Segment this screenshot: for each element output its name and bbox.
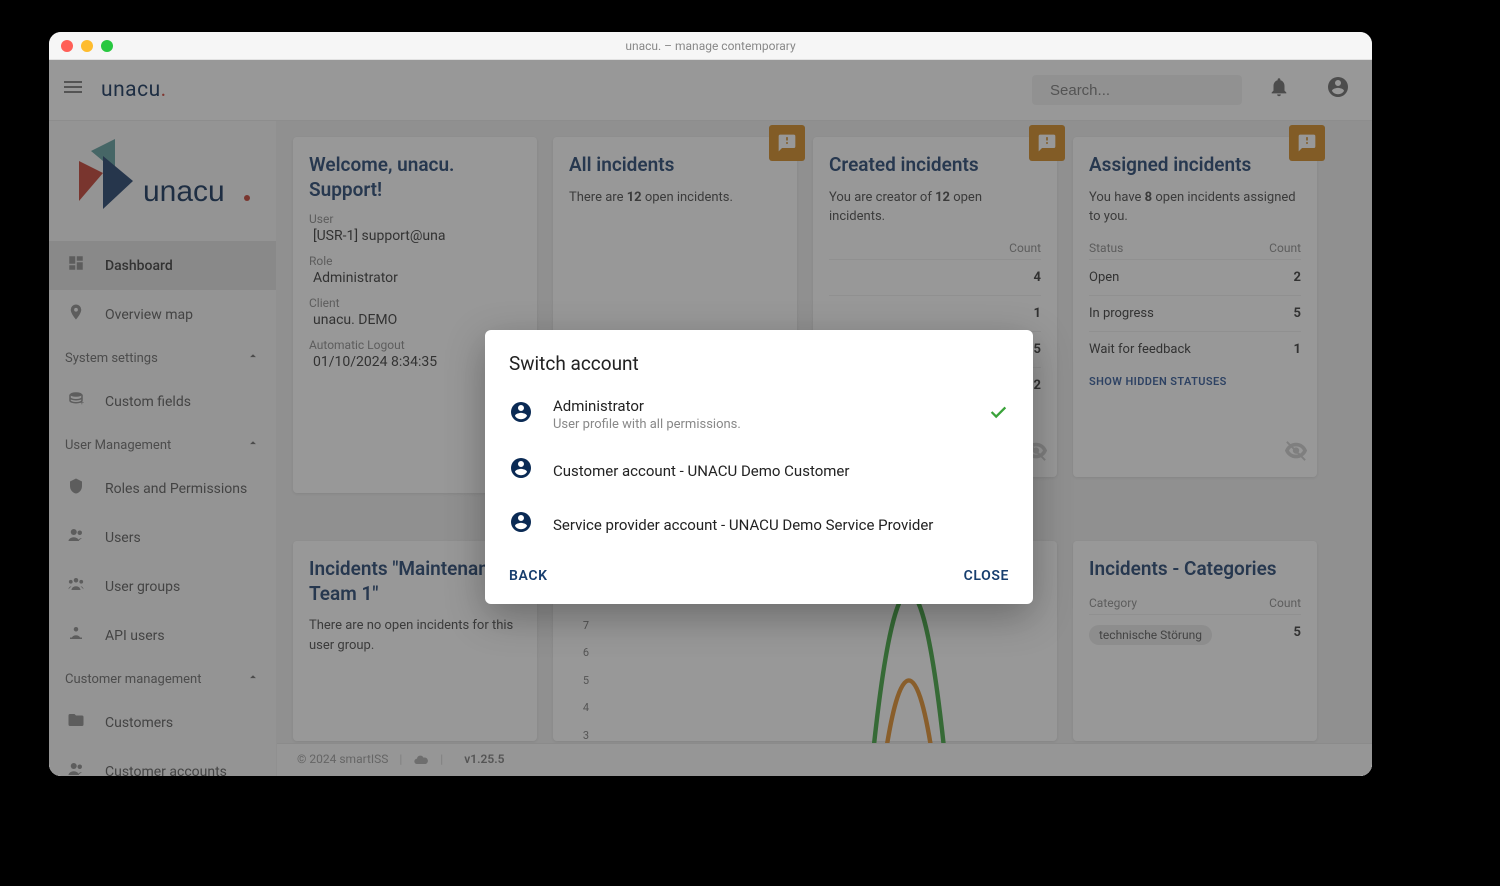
window-title: unacu. – manage contemporary (625, 39, 795, 53)
switch-account-modal: Switch account Administrator User profil… (485, 330, 1033, 604)
close-button[interactable]: CLOSE (964, 568, 1009, 584)
back-button[interactable]: BACK (509, 568, 548, 584)
window-maximize-button[interactable] (101, 40, 113, 52)
account-circle-icon (509, 456, 533, 486)
account-name: Administrator (553, 397, 967, 415)
account-circle-icon (509, 400, 533, 430)
window-minimize-button[interactable] (81, 40, 93, 52)
account-option-administrator[interactable]: Administrator User profile with all perm… (485, 385, 1033, 444)
account-option-customer[interactable]: Customer account - UNACU Demo Customer (485, 444, 1033, 498)
window-titlebar: unacu. – manage contemporary (49, 32, 1372, 60)
account-name: Customer account - UNACU Demo Customer (553, 462, 1009, 480)
account-circle-icon (509, 510, 533, 540)
account-option-service-provider[interactable]: Service provider account - UNACU Demo Se… (485, 498, 1033, 552)
account-desc: User profile with all permissions. (553, 417, 967, 432)
check-icon (987, 401, 1009, 429)
window-close-button[interactable] (61, 40, 73, 52)
account-name: Service provider account - UNACU Demo Se… (553, 516, 1009, 534)
modal-title: Switch account (485, 352, 1033, 385)
